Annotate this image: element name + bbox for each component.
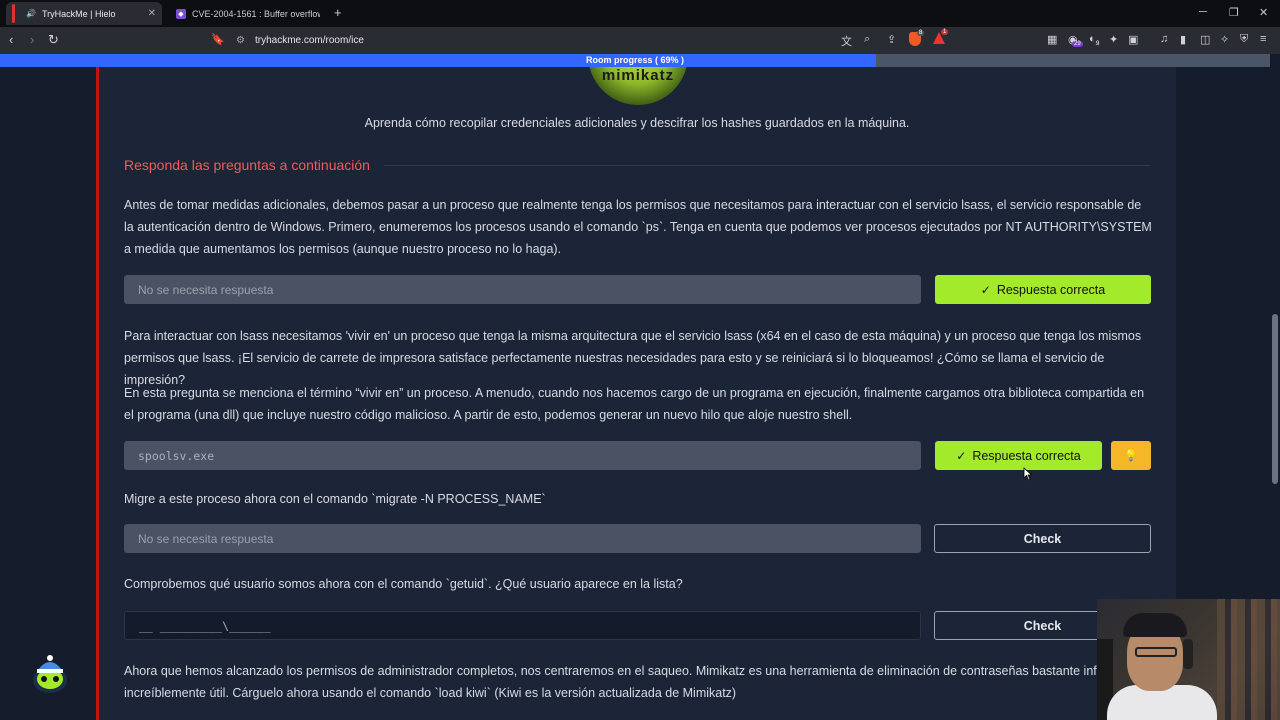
close-icon[interactable]: ✕ bbox=[148, 8, 156, 19]
checkmark-icon: ✓ bbox=[980, 282, 991, 297]
speaker-icon: 🔊 bbox=[26, 9, 36, 18]
wallet-icon[interactable]: ◫ bbox=[1200, 33, 1210, 46]
browser-toolbar: ‹ › ↻ 🔖 ⚙ tryhackme.com/room/ice 文 ⌕ ⇪ 8… bbox=[0, 27, 1280, 54]
tab-cve[interactable]: ◆ CVE-2004-1561 : Buffer overflow in I bbox=[168, 2, 328, 25]
tryhackme-mascot-icon[interactable] bbox=[28, 652, 72, 696]
back-icon[interactable]: ‹ bbox=[9, 32, 13, 47]
webcam-person-cap bbox=[1123, 613, 1187, 637]
question-4-text: Comprobemos qué usuario somos ahora con … bbox=[124, 577, 683, 591]
question-2-hint-text: En esta pregunta se menciona el término … bbox=[124, 386, 1145, 422]
extension-badge: 29 bbox=[1072, 41, 1083, 47]
tab-tryhackme[interactable]: 🔊 TryHackMe | Hielo ✕ bbox=[6, 2, 162, 25]
question-1-answer-field[interactable]: No se necesita respuesta bbox=[124, 275, 921, 304]
music-icon[interactable]: ♫ bbox=[1160, 33, 1168, 45]
answer-section-title: Responda las preguntas a continuación bbox=[124, 157, 370, 173]
cve-favicon-icon: ◆ bbox=[176, 8, 186, 19]
question-2-answer-field[interactable]: spoolsv.exe bbox=[124, 441, 921, 470]
logo-text: mimikatz bbox=[601, 67, 675, 84]
window-close-icon[interactable]: ✕ bbox=[1259, 6, 1268, 19]
menu-icon[interactable]: ≡ bbox=[1260, 33, 1266, 45]
tab-title: TryHackMe | Hielo bbox=[42, 8, 116, 19]
question-3-answer-field[interactable]: No se necesita respuesta bbox=[124, 524, 921, 553]
button-label: Respuesta correcta bbox=[972, 448, 1081, 463]
tab-title: CVE-2004-1561 : Buffer overflow in I bbox=[192, 8, 320, 19]
forward-icon[interactable]: › bbox=[30, 32, 34, 47]
bookmark-icon[interactable]: 🔖 bbox=[211, 33, 225, 46]
checkmark-icon: ✓ bbox=[956, 448, 967, 463]
question-1-correct-button[interactable]: ✓ Respuesta correcta bbox=[935, 275, 1151, 304]
question-3-check-button[interactable]: Check bbox=[934, 524, 1151, 553]
puzzle-icon[interactable]: ✦ bbox=[1109, 33, 1118, 46]
leo-icon[interactable]: ✧ bbox=[1220, 33, 1229, 46]
question-2-correct-button[interactable]: ✓ Respuesta correcta bbox=[935, 441, 1102, 470]
screenshot-icon[interactable]: ▣ bbox=[1128, 33, 1138, 46]
url-text: tryhackme.com/room/ice bbox=[254, 35, 364, 46]
extension-icon[interactable]: ▦ bbox=[1047, 33, 1057, 46]
question-3-text: Migre a este proceso ahora con el comand… bbox=[124, 492, 546, 506]
webcam-overlay bbox=[1097, 599, 1280, 720]
webcam-person-glasses bbox=[1135, 647, 1177, 657]
site-settings-icon[interactable]: ⚙ bbox=[236, 35, 245, 46]
page-content: mimikatz Room progress ( 69% ) Aprenda c… bbox=[0, 54, 1280, 720]
extension-badge: 9 bbox=[1094, 41, 1102, 47]
mouse-cursor-icon bbox=[1023, 467, 1033, 481]
share-icon[interactable]: ⇪ bbox=[887, 33, 896, 46]
lightbulb-icon: 💡 bbox=[1124, 450, 1138, 462]
task-intro: Aprenda cómo recopilar credenciales adic… bbox=[364, 116, 910, 130]
webcam-headset bbox=[1183, 639, 1193, 669]
minimize-icon[interactable]: ─ bbox=[1199, 6, 1207, 18]
hint-button[interactable]: 💡 bbox=[1111, 441, 1151, 470]
translate-icon[interactable]: 文 bbox=[841, 33, 852, 49]
reload-icon[interactable]: ↻ bbox=[48, 32, 59, 48]
new-tab-icon[interactable]: + bbox=[334, 5, 342, 20]
question-4-answer-field[interactable]: __ _________\______ bbox=[124, 611, 921, 640]
zoom-icon[interactable]: ⌕ bbox=[864, 33, 870, 46]
scrollbar-thumb[interactable] bbox=[1272, 314, 1278, 484]
mimikatz-logo: mimikatz bbox=[588, 67, 688, 105]
tab-strip: 🔊 TryHackMe | Hielo ✕ ◆ CVE-2004-1561 : … bbox=[0, 0, 1280, 27]
restore-icon[interactable]: ❐ bbox=[1229, 6, 1239, 19]
question-1-text: Antes de tomar medidas adicionales, debe… bbox=[124, 198, 1152, 256]
room-progress-bar: Room progress ( 69% ) bbox=[0, 54, 1270, 67]
section-divider bbox=[384, 165, 1151, 166]
webcam-background bbox=[1217, 599, 1280, 720]
sidebar-icon[interactable]: ▮ bbox=[1180, 33, 1186, 46]
tab-accent bbox=[12, 4, 15, 23]
button-label: Respuesta correcta bbox=[996, 282, 1106, 297]
question-5-text: Ahora que hemos alcanzado los permisos d… bbox=[124, 664, 1104, 700]
room-progress-label: Room progress ( 69% ) bbox=[585, 55, 685, 65]
vpn-icon[interactable]: ⛨ bbox=[1240, 33, 1248, 46]
